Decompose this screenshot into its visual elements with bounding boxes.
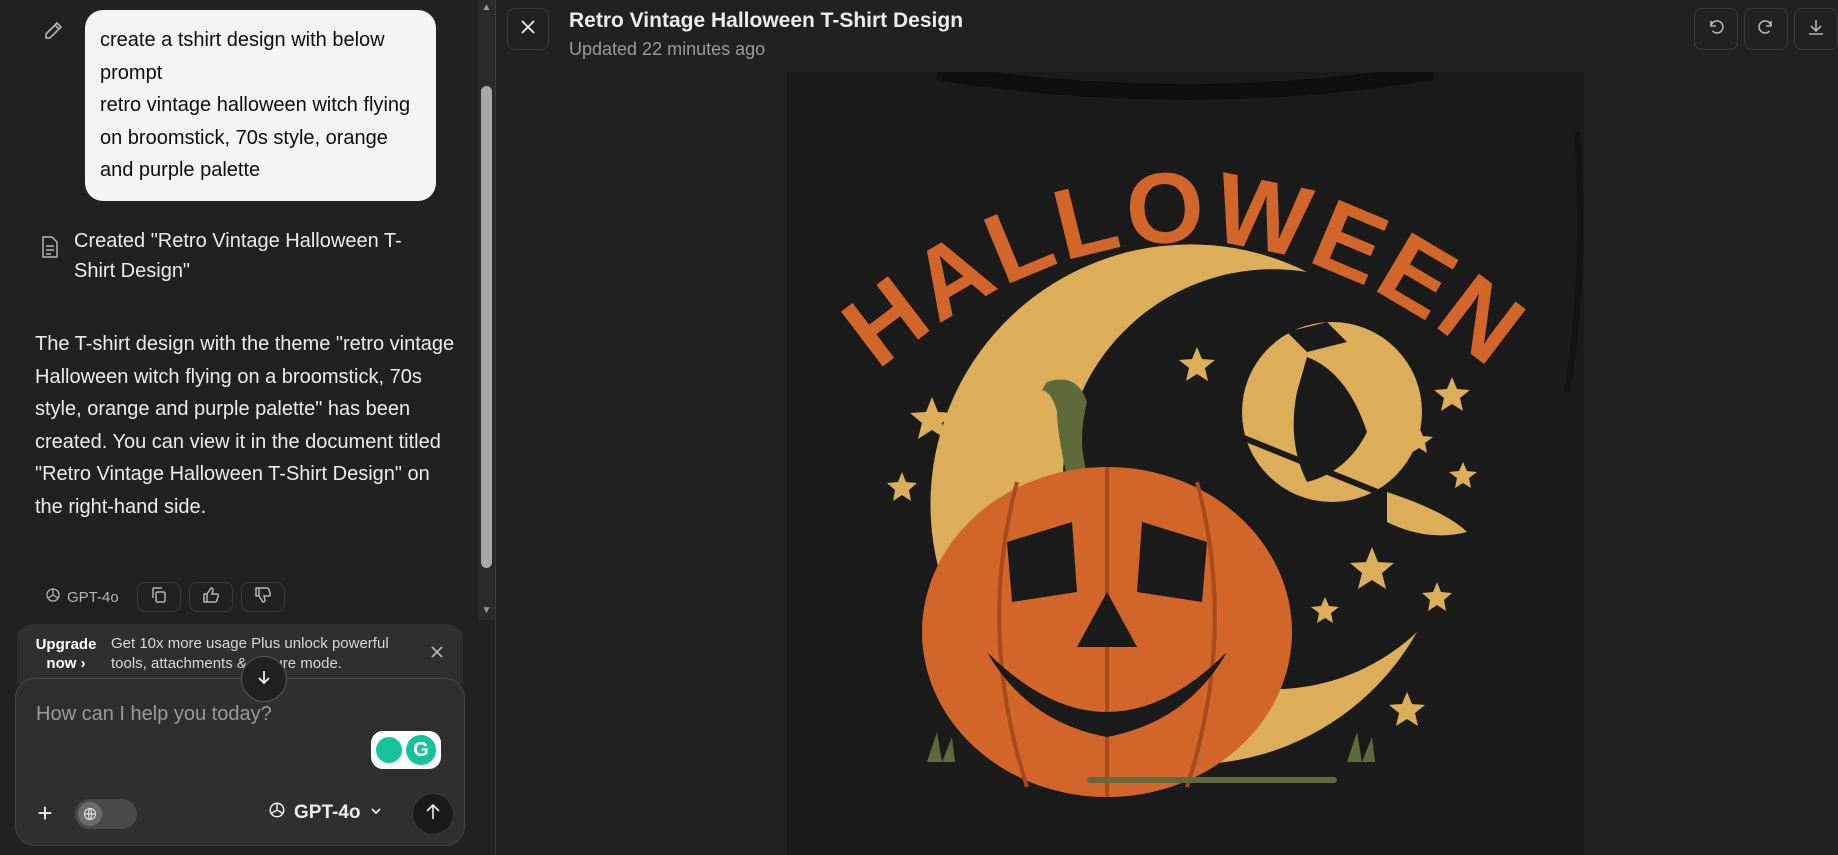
upgrade-banner: Upgrade now › Get 10x more usage Plus un… xyxy=(17,624,463,684)
globe-icon xyxy=(78,802,102,826)
send-button[interactable] xyxy=(412,793,454,835)
close-icon xyxy=(520,19,536,40)
model-chip[interactable]: GPT-4o xyxy=(35,582,129,612)
tshirt-design-image: HALLOWEEN xyxy=(787,72,1584,855)
chevron-down-icon xyxy=(369,802,383,824)
canvas-toolbar xyxy=(1694,8,1838,50)
scroll-up-arrow-icon[interactable]: ▲ xyxy=(481,3,492,13)
upgrade-title-line2: now › xyxy=(46,655,86,672)
created-document-chip[interactable]: Created "Retro Vintage Halloween T-Shirt… xyxy=(40,226,440,286)
openai-logo-icon xyxy=(268,801,286,825)
download-button[interactable] xyxy=(1794,8,1838,50)
document-updated: Updated 22 minutes ago xyxy=(569,39,766,59)
model-chip-label: GPT-4o xyxy=(67,588,119,606)
lightbulb-icon xyxy=(376,737,402,763)
upgrade-title-line1: Upgrade xyxy=(35,636,97,653)
close-canvas-button[interactable] xyxy=(507,8,549,50)
copy-button[interactable] xyxy=(136,582,181,612)
thumbs-up-icon xyxy=(202,586,220,609)
chat-thread[interactable]: create a tshirt design with below prompt… xyxy=(0,0,478,620)
canvas-pane: Retro Vintage Halloween T-Shirt Design U… xyxy=(495,0,1838,855)
upgrade-now-link[interactable]: Upgrade now › xyxy=(31,635,101,673)
model-selector[interactable]: GPT-4o xyxy=(268,798,383,828)
redo-button[interactable] xyxy=(1744,8,1788,50)
scroll-to-bottom-button[interactable] xyxy=(241,656,287,702)
scroll-thumb[interactable] xyxy=(481,86,492,568)
message-actions: GPT-4o xyxy=(35,582,285,612)
document-title: Retro Vintage Halloween T-Shirt Design xyxy=(569,9,964,32)
undo-icon xyxy=(1706,17,1726,42)
arrow-down-icon xyxy=(256,669,272,690)
attach-plus-button[interactable]: + xyxy=(30,798,60,828)
redo-icon xyxy=(1756,17,1776,42)
scroll-down-arrow-icon[interactable]: ▼ xyxy=(481,606,492,616)
document-icon xyxy=(40,236,60,258)
message-input[interactable] xyxy=(36,703,356,743)
thumbs-down-button[interactable] xyxy=(240,582,285,612)
thumbs-down-icon xyxy=(254,586,272,609)
assistant-message: The T-shirt design with the theme "retro… xyxy=(35,333,455,518)
grammarly-logo-icon: G xyxy=(406,735,436,765)
user-message-bubble: create a tshirt design with below prompt… xyxy=(85,10,436,201)
openai-logo-icon xyxy=(45,587,61,607)
edit-pencil-icon[interactable] xyxy=(42,18,66,42)
model-selector-label: GPT-4o xyxy=(294,802,361,823)
download-icon xyxy=(1806,17,1826,42)
web-search-toggle[interactable] xyxy=(75,799,137,829)
close-icon xyxy=(430,645,444,663)
grammarly-widget[interactable]: G xyxy=(371,731,441,769)
thumbs-up-button[interactable] xyxy=(188,582,233,612)
chat-scrollbar[interactable]: ▲ ▼ xyxy=(478,0,495,620)
app-window: create a tshirt design with below prompt… xyxy=(0,0,1838,855)
plus-icon: + xyxy=(37,798,53,828)
doc-chip-label: Created "Retro Vintage Halloween T-Shirt… xyxy=(74,230,402,282)
chat-pane: create a tshirt design with below prompt… xyxy=(0,0,495,855)
close-banner-button[interactable] xyxy=(425,642,449,666)
undo-button[interactable] xyxy=(1694,8,1738,50)
arrow-up-icon xyxy=(424,803,442,826)
copy-icon xyxy=(150,586,168,609)
